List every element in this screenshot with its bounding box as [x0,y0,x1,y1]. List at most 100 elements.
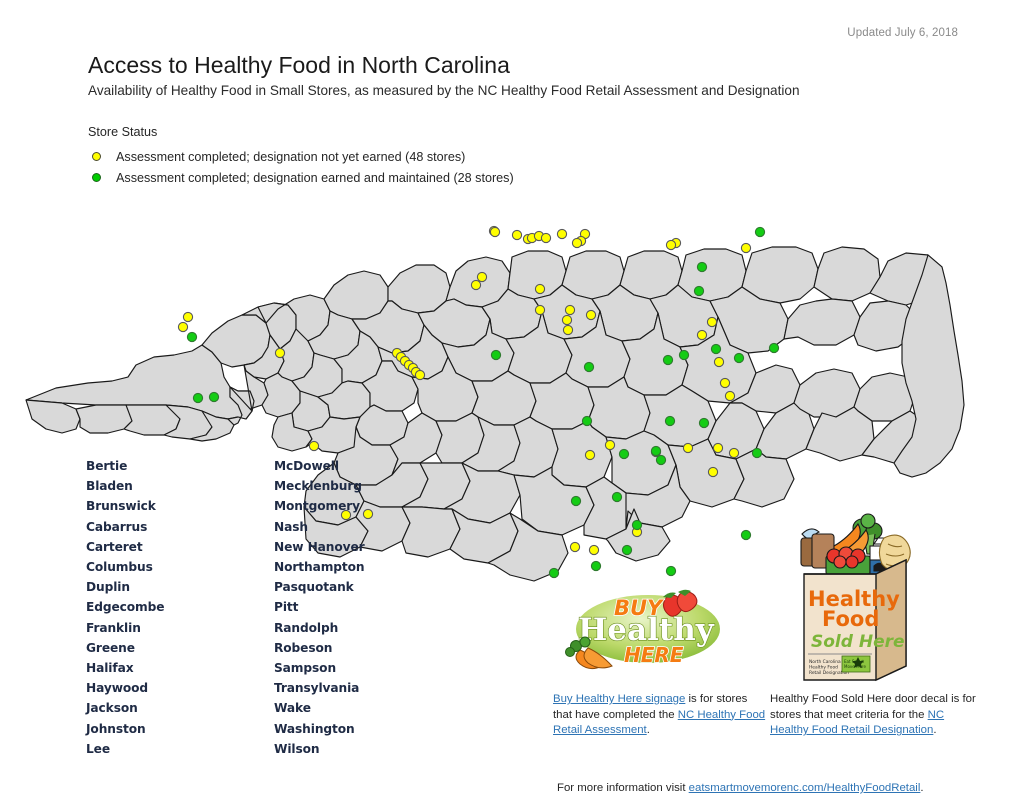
legend-title: Store Status [88,125,158,139]
page-subtitle: Availability of Healthy Food in Small St… [88,83,800,98]
store-point-designated [650,445,662,457]
store-point-assessed [562,324,574,336]
county-column-2: McDowell Mecklenburg Montgomery Nash New Han… [274,456,365,759]
store-point-designated [754,226,766,238]
footer-right-note: Healthy Food Sold Here door decal is for… [770,692,980,739]
store-point-designated [693,285,705,297]
county-name: Montgomery [274,499,361,514]
footer-more-text1: For more information visit [557,782,689,794]
store-point-assessed [707,466,719,478]
decal-text-sold-here: Sold Here [811,632,905,652]
store-point-designated [590,560,602,572]
store-point-assessed [561,314,573,326]
county-name: Nash [274,519,308,534]
store-point-assessed [724,390,736,402]
footer-left-text2: . [646,724,650,737]
store-point-assessed [308,440,320,452]
store-point-designated [664,415,676,427]
store-point-assessed [414,369,426,381]
store-point-designated [678,349,690,361]
store-point-designated [618,448,630,460]
county-name: Haywood [86,681,149,696]
store-point-designated [208,391,220,403]
county-name: Wake [274,701,311,716]
store-point-assessed [489,226,501,238]
store-point-designated [751,447,763,459]
county-name: Edgecombe [86,600,165,615]
store-point-assessed [585,309,597,321]
store-point-designated [740,529,752,541]
county-name: Duplin [86,580,130,595]
county-name: Pitt [274,600,299,615]
store-point-designated [655,454,667,466]
green-circle-marker-icon [92,173,101,182]
county-name: Carteret [86,539,143,554]
store-point-assessed [682,442,694,454]
county-name: Northampton [274,560,365,575]
store-point-assessed [713,356,725,368]
store-point-designated [768,342,780,354]
yellow-circle-marker-icon [92,152,101,161]
footer-right-text2: . [933,724,937,737]
store-point-assessed [712,442,724,454]
decal-text-food: Food [822,607,879,631]
store-point-assessed [182,311,194,323]
store-point-designated [665,565,677,577]
county-name: Robeson [274,640,333,655]
store-point-assessed [706,316,718,328]
store-point-designated [696,261,708,273]
store-point-assessed [665,239,677,251]
county-name: Columbus [86,560,153,575]
buy-healthy-here-signage-link[interactable]: Buy Healthy Here signage [553,693,685,705]
store-point-designated [733,352,745,364]
store-point-assessed [740,242,752,254]
legend-item-earned: Assessment completed; designation earned… [88,167,514,188]
county-name: Bertie [86,459,128,473]
store-point-designated [186,331,198,343]
store-point-assessed [719,377,731,389]
county-name: Halifax [86,661,134,676]
poster-page: Updated July 6, 2018 Access to Healthy F… [0,0,1020,794]
store-point-assessed [362,508,374,520]
store-point-assessed [177,321,189,333]
decal-footer-line2: Healthy Food [809,665,838,671]
legend-item-label: Assessment completed; designation earned… [116,170,514,185]
store-point-assessed [588,544,600,556]
store-status-legend: Store Status Assessment completed; desig… [88,125,514,188]
store-point-assessed [696,329,708,341]
store-point-designated [192,392,204,404]
county-name: Mecklenburg [274,479,362,494]
county-name: Wilson [274,741,320,756]
footer-left-note: Buy Healthy Here signage is for stores t… [553,692,768,739]
county-list: Bertie Bladen Brunswick Cabarrus Carteret Col… [86,456,365,759]
store-point-assessed [534,283,546,295]
store-point-assessed [511,229,523,241]
store-point-designated [698,417,710,429]
footer-more-info: For more information visit eatsmartmovem… [557,781,977,797]
decal-footer-line1: North Carolina [809,659,841,665]
county-name: Jackson [86,701,138,716]
county-name: Bladen [86,479,133,494]
store-point-assessed [476,271,488,283]
store-point-designated [548,567,560,579]
county-name: Washington [274,721,355,736]
store-point-assessed [564,304,576,316]
store-point-designated [631,519,643,531]
county-name: Transylvania [274,681,360,696]
county-name: Cabarrus [86,519,148,534]
store-point-designated [662,354,674,366]
county-name: Randolph [274,620,339,635]
store-point-assessed [470,279,482,291]
store-point-assessed [274,347,286,359]
legend-item-label: Assessment completed; designation not ye… [116,149,466,164]
eatsmartmovemore-link[interactable]: eatsmartmovemorenc.com/HealthyFoodRetail [689,782,921,794]
store-point-designated [611,491,623,503]
footer-more-text2: . [920,782,924,794]
store-point-assessed [569,541,581,553]
store-point-assessed [540,232,552,244]
county-name: Lee [86,741,110,756]
store-point-assessed [728,447,740,459]
county-name: Franklin [86,620,141,635]
healthy-food-sold-here-decal: Healthy Food Sold Here North Carolina He… [790,504,915,682]
store-point-designated [570,495,582,507]
